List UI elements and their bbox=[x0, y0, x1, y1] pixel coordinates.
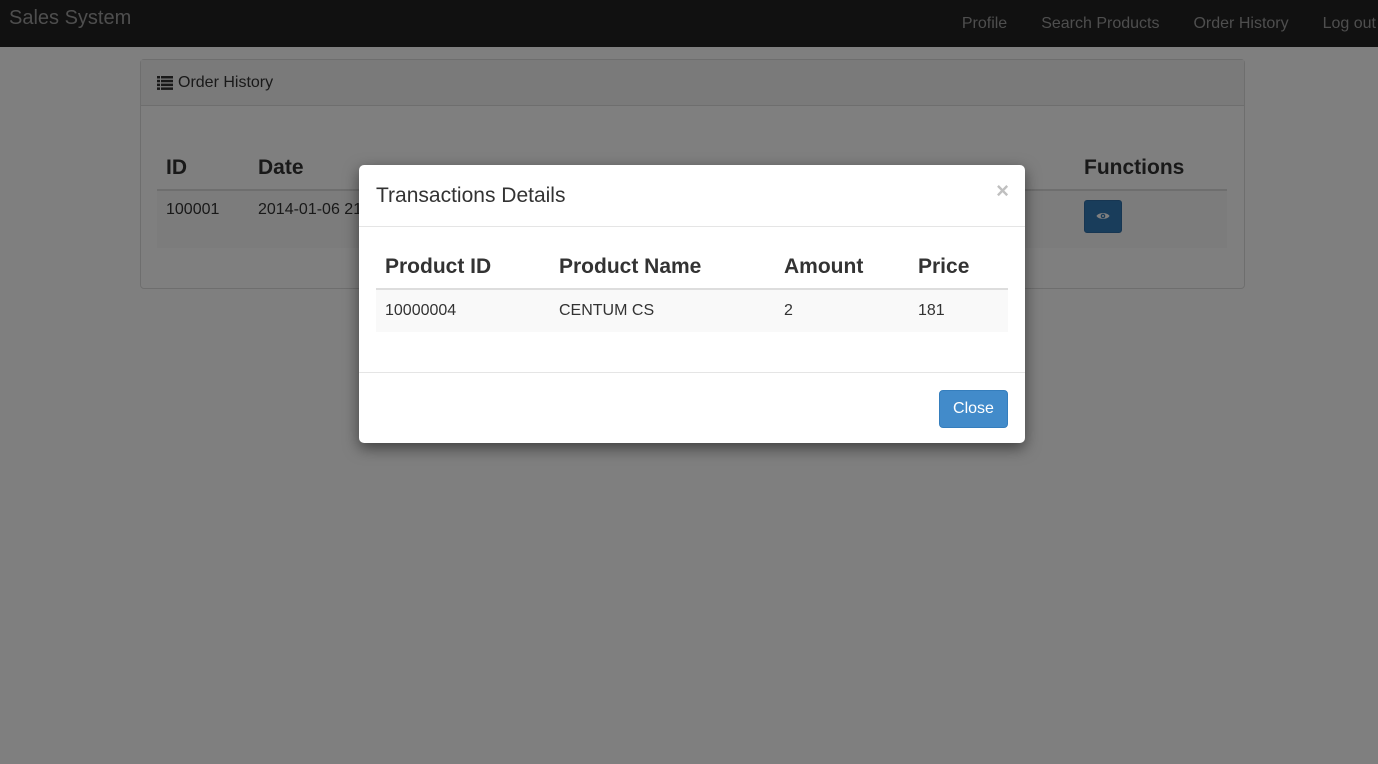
modal-body: Product ID Product Name Amount Price 100… bbox=[359, 227, 1025, 372]
transactions-details-modal: Transactions Details × Product ID Produc… bbox=[359, 165, 1025, 443]
product-id: 10000004 bbox=[376, 289, 550, 332]
column-header-price: Price bbox=[909, 247, 1008, 290]
column-header-product-name: Product Name bbox=[550, 247, 775, 290]
product-name: CENTUM CS bbox=[550, 289, 775, 332]
details-header-row: Product ID Product Name Amount Price bbox=[376, 247, 1008, 290]
table-row: 10000004 CENTUM CS 2 181 bbox=[376, 289, 1008, 332]
product-price: 181 bbox=[909, 289, 1008, 332]
column-header-amount: Amount bbox=[775, 247, 909, 290]
close-button[interactable]: Close bbox=[939, 390, 1008, 428]
product-amount: 2 bbox=[775, 289, 909, 332]
column-header-product-id: Product ID bbox=[376, 247, 550, 290]
details-table: Product ID Product Name Amount Price 100… bbox=[376, 247, 1008, 332]
modal-footer: Close bbox=[359, 372, 1025, 443]
modal-title: Transactions Details bbox=[376, 184, 566, 207]
close-icon[interactable]: × bbox=[996, 180, 1009, 202]
modal-header: Transactions Details × bbox=[359, 165, 1025, 227]
